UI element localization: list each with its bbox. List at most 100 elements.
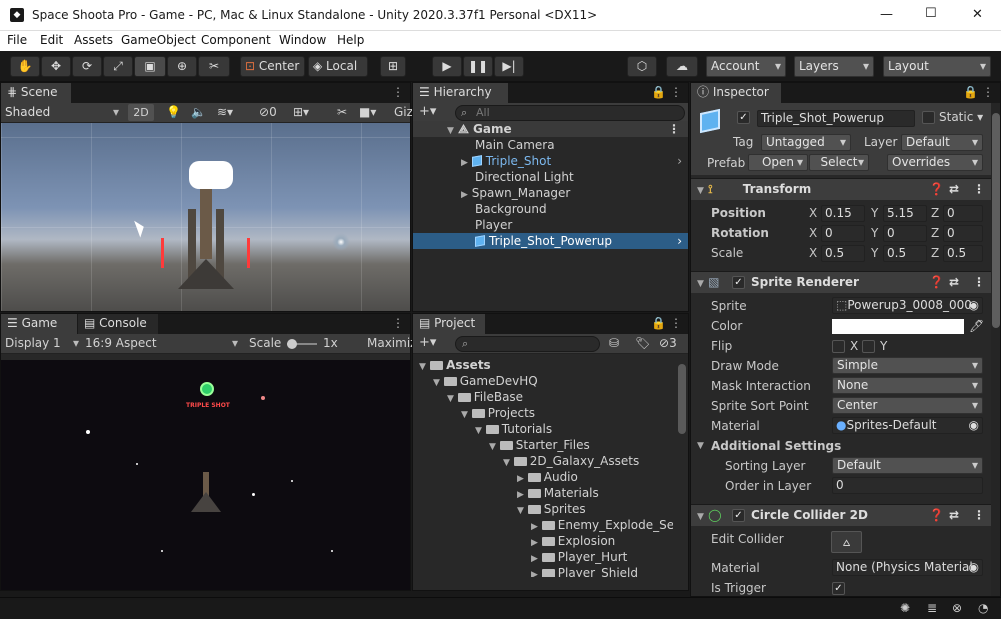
create-button[interactable]: +▾	[419, 335, 436, 350]
sprite-field[interactable]: ⬚Powerup3_0008_000 ◉	[832, 297, 983, 314]
project-folder[interactable]: ▼ Starter_Files	[413, 437, 688, 453]
hand-tool-button[interactable]: ✋	[10, 56, 40, 77]
project-folder[interactable]: ▶ Player_Shield	[413, 565, 688, 577]
tab-inspector[interactable]: ⓘ Inspector	[691, 83, 781, 103]
player-ship-sprite[interactable]	[176, 189, 236, 294]
project-search-input[interactable]: ⌕	[455, 336, 600, 352]
lighting-icon[interactable]: 💡	[166, 105, 181, 119]
grid-icon[interactable]: ⊞▾	[293, 105, 309, 119]
tab-console[interactable]: ▤ Console	[78, 314, 158, 334]
menu-component[interactable]: Component	[201, 33, 271, 47]
lock-icon[interactable]: 🔒	[651, 85, 666, 99]
circle-collider-header[interactable]: ▼ ◯ ✓ Circle Collider 2D ❓ ⇄ ⋮	[691, 504, 991, 526]
collider-material-field[interactable]: None (Physics Material ◉	[832, 559, 983, 576]
tag-dropdown[interactable]: Untagged	[761, 134, 851, 151]
transform-tool-button[interactable]: ⊕	[167, 56, 197, 77]
open-prefab-button[interactable]: Open	[748, 154, 808, 171]
move-tool-button[interactable]: ✥	[41, 56, 71, 77]
circle-collider-enabled-checkbox[interactable]: ✓	[732, 509, 745, 522]
aspect-dropdown[interactable]: 16:9 Aspect ▾	[85, 336, 240, 350]
rotation-y-field[interactable]: 0	[883, 225, 927, 242]
presets-icon[interactable]: ⇄	[949, 272, 959, 293]
mask-dropdown[interactable]: None	[832, 377, 983, 394]
position-y-field[interactable]: 5.15	[883, 205, 927, 222]
position-x-field[interactable]: 0.15	[821, 205, 865, 222]
help-icon[interactable]: ❓	[929, 272, 944, 293]
hidden-packages-icon[interactable]: ⊘3	[659, 336, 677, 350]
game-player-ship[interactable]	[191, 472, 221, 517]
tab-project[interactable]: ▤ Project	[413, 314, 485, 334]
effects-icon[interactable]: ≋▾	[217, 105, 233, 119]
position-z-field[interactable]: 0	[943, 205, 983, 222]
help-icon[interactable]: ❓	[929, 505, 944, 526]
maximize-on-play-toggle[interactable]: Maximiz	[367, 336, 416, 350]
list-item[interactable]: Player	[413, 217, 688, 233]
gizmos-dropdown[interactable]: Giz	[394, 105, 413, 119]
layout-dropdown[interactable]: Layout	[883, 56, 991, 77]
game-menu-icon[interactable]: ⋮	[392, 316, 404, 330]
menu-edit[interactable]: Edit	[40, 33, 63, 47]
camera-gizmo-icon[interactable]	[189, 161, 233, 189]
sort-point-dropdown[interactable]: Center	[832, 397, 983, 414]
filter-label-icon[interactable]: 🏷	[635, 336, 650, 350]
filter-type-icon[interactable]: ⛁	[609, 336, 619, 350]
list-item-selected[interactable]: Triple_Shot_Powerup ›	[413, 233, 688, 249]
scale-y-field[interactable]: 0.5	[883, 245, 927, 262]
inspector-menu-icon[interactable]: ⋮	[982, 85, 994, 99]
project-scrollbar[interactable]	[678, 364, 686, 434]
play-button[interactable]: ▶	[432, 56, 462, 77]
project-folder[interactable]: ▼ Sprites	[413, 501, 688, 517]
rotate-tool-button[interactable]: ⟳	[72, 56, 102, 77]
inspector-scrollbar[interactable]	[991, 103, 1000, 596]
select-prefab-button[interactable]: Select	[809, 154, 869, 171]
create-button[interactable]: +▾	[419, 104, 436, 119]
rotation-x-field[interactable]: 0	[821, 225, 865, 242]
project-folder[interactable]: ▼ Tutorials	[413, 421, 688, 437]
transform-header[interactable]: ▼ ⟟ Transform ❓ ⇄ ⋮	[691, 178, 991, 200]
minimize-button[interactable]: —	[880, 7, 893, 22]
project-folder[interactable]: ▶ Player_Hurt	[413, 549, 688, 565]
menu-file[interactable]: File	[7, 33, 27, 47]
hidden-objects-icon[interactable]: ⊘0	[259, 105, 277, 119]
debug-icon[interactable]: ✺	[900, 601, 910, 615]
color-swatch[interactable]	[832, 319, 964, 334]
display-dropdown[interactable]: Display 1 ▾	[5, 336, 81, 350]
tools-icon[interactable]: ✂	[337, 105, 347, 119]
menu-window[interactable]: Window	[279, 33, 326, 47]
order-field[interactable]: 0	[832, 477, 983, 494]
project-folder[interactable]: ▶ Enemy_Explode_Sequ	[413, 517, 673, 533]
maximize-button[interactable]: ☐	[925, 6, 937, 21]
component-menu-icon[interactable]: ⋮	[973, 505, 985, 526]
menu-assets[interactable]: Assets	[74, 33, 113, 47]
project-folder[interactable]: ▼ Assets	[413, 357, 688, 373]
step-button[interactable]: ▶|	[494, 56, 524, 77]
menu-gameobject[interactable]: GameObject	[121, 33, 196, 47]
help-icon[interactable]: ❓	[929, 179, 944, 200]
sprite-renderer-header[interactable]: ▼ ▧ ✓ Sprite Renderer ❓ ⇄ ⋮	[691, 271, 991, 293]
active-checkbox[interactable]: ✓	[737, 111, 750, 124]
flip-y-checkbox[interactable]	[862, 340, 875, 353]
cache-icon[interactable]: ≣	[927, 601, 937, 615]
is-trigger-checkbox[interactable]: ✓	[832, 582, 845, 595]
project-folder[interactable]: ▶ Explosion	[413, 533, 688, 549]
project-folder[interactable]: ▼ GameDevHQ	[413, 373, 688, 389]
component-menu-icon[interactable]: ⋮	[973, 179, 985, 200]
rect-tool-button[interactable]: ▣	[134, 56, 166, 77]
progress-icon[interactable]: ◔	[978, 601, 988, 615]
object-picker-icon[interactable]: ◉	[969, 418, 979, 433]
lock-icon[interactable]: 🔒	[651, 316, 666, 330]
grid-snap-button[interactable]: ⊞	[380, 56, 406, 77]
pause-button[interactable]: ❚❚	[463, 56, 493, 77]
auto-generate-lighting-icon[interactable]: ⊗	[952, 601, 962, 615]
list-item[interactable]: ▶ Triple_Shot ›	[413, 153, 688, 169]
additional-settings-row[interactable]: ▼ Additional Settings	[691, 436, 991, 456]
scale-z-field[interactable]: 0.5	[943, 245, 983, 262]
material-field[interactable]: ●Sprites-Default ◉	[832, 417, 983, 434]
account-dropdown[interactable]: Account	[706, 56, 786, 77]
component-menu-icon[interactable]: ⋮	[973, 272, 985, 293]
lock-icon[interactable]: 🔒	[963, 85, 978, 99]
tab-game[interactable]: ☰ Game	[1, 314, 77, 334]
menu-help[interactable]: Help	[337, 33, 364, 47]
collab-icon[interactable]: ⬡	[627, 56, 657, 77]
project-folder[interactable]: ▶ Audio	[413, 469, 688, 485]
